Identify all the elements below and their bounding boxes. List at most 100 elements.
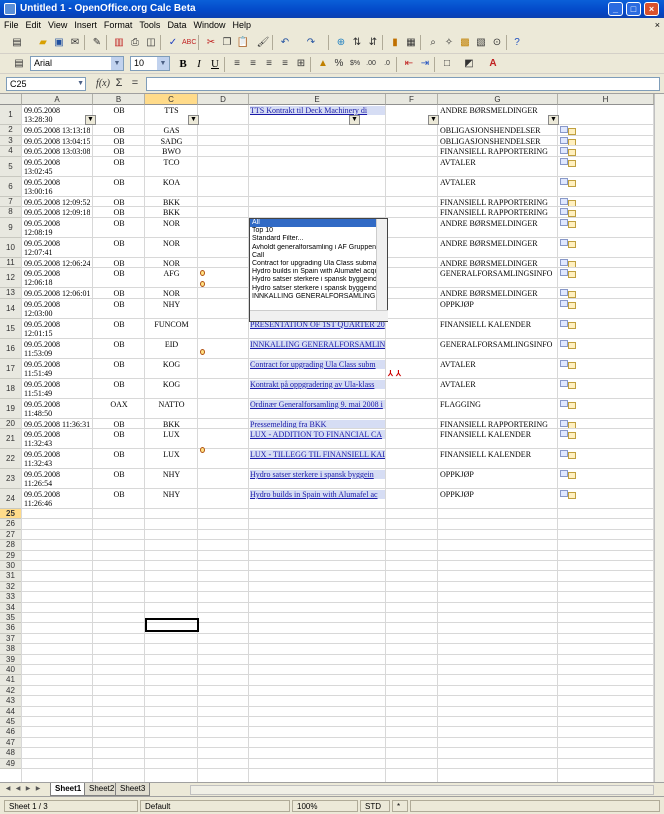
row-header[interactable]: 11 bbox=[0, 257, 22, 268]
dropdown-item[interactable]: INNKALLING GENERALFORSAMLING bbox=[250, 293, 376, 301]
cell-market[interactable]: OB bbox=[93, 450, 145, 459]
chart-icon[interactable]: ▮ bbox=[388, 36, 402, 49]
sort-ascending-icon[interactable]: ⇅ bbox=[350, 36, 364, 49]
find-replace-icon[interactable]: ⌕ bbox=[426, 36, 440, 49]
cell-market[interactable]: OB bbox=[93, 106, 145, 115]
format-paintbrush-icon[interactable]: 🖌 bbox=[256, 36, 270, 49]
cell-title[interactable]: INNKALLING GENERALFORSAMLIN bbox=[250, 339, 385, 349]
cell-category[interactable]: AVTALER bbox=[440, 380, 558, 389]
cell-category[interactable]: OPPKJØP bbox=[440, 470, 558, 479]
cell-market[interactable]: OB bbox=[93, 490, 145, 499]
save-icon[interactable]: ▣ bbox=[52, 36, 66, 49]
cell-market[interactable]: OB bbox=[93, 320, 145, 329]
datasources-icon[interactable]: ▧ bbox=[474, 36, 488, 49]
cell-category[interactable]: FINANSIELL KALENDER bbox=[440, 450, 558, 459]
menu-format[interactable]: Format bbox=[100, 18, 136, 32]
cell-date[interactable]: 09.05.2008 13:00:16 bbox=[24, 178, 90, 196]
cell-ticker[interactable]: KOA bbox=[145, 178, 198, 187]
help-icon[interactable]: ? bbox=[510, 36, 524, 49]
cell-market[interactable]: OB bbox=[93, 158, 145, 167]
row-header[interactable]: 33 bbox=[0, 592, 22, 603]
status-zoom[interactable]: 100% bbox=[292, 800, 358, 812]
paste-icon[interactable]: 📋 bbox=[236, 36, 250, 49]
cell-category[interactable]: OPPKJØP bbox=[440, 490, 558, 499]
row-header[interactable]: 13 bbox=[0, 288, 22, 299]
sort-descending-icon[interactable]: ⇵ bbox=[366, 36, 380, 49]
cell-ticker[interactable]: NHY bbox=[145, 490, 198, 499]
row-header[interactable]: 23 bbox=[0, 469, 22, 489]
dropdown-horizontal-scrollbar[interactable] bbox=[250, 310, 388, 321]
row-header[interactable]: 12 bbox=[0, 268, 22, 288]
bold-button[interactable]: B bbox=[176, 57, 190, 71]
undo-icon[interactable]: ↶ bbox=[278, 36, 292, 49]
row-header[interactable]: 34 bbox=[0, 602, 22, 613]
row-header[interactable]: 16 bbox=[0, 338, 22, 359]
row-header[interactable]: 36 bbox=[0, 623, 22, 634]
cell-market[interactable]: OAX bbox=[93, 400, 145, 409]
cell-ticker[interactable]: LUX bbox=[145, 450, 198, 459]
function-button[interactable]: = bbox=[128, 77, 142, 90]
cell-title[interactable]: TTS Kontrakt til Deck Machinery di bbox=[250, 106, 385, 115]
row-header[interactable]: 24 bbox=[0, 489, 22, 509]
row-header[interactable]: 17 bbox=[0, 358, 22, 379]
menu-data[interactable]: Data bbox=[163, 18, 189, 32]
cell-market[interactable]: OB bbox=[93, 340, 145, 349]
cell-category[interactable]: AVTALER bbox=[440, 158, 558, 167]
cell-category[interactable]: AVTALER bbox=[440, 360, 558, 369]
cell-category[interactable]: GENERALFORSAMLINGSINFO bbox=[440, 269, 558, 278]
vertical-scrollbar[interactable] bbox=[654, 94, 664, 782]
cell-category[interactable]: GENERALFORSAMLINGSINFO bbox=[440, 340, 558, 349]
cell-ticker[interactable]: LUX bbox=[145, 430, 198, 439]
cell-title[interactable]: LUX - ADDITION TO FINANCIAL CA bbox=[250, 430, 385, 439]
cell-category[interactable]: ANDRE BØRSMELDINGER bbox=[440, 219, 558, 228]
dropdown-item[interactable]: Standard Filter... bbox=[250, 235, 376, 243]
row-header[interactable]: 4 bbox=[0, 146, 22, 157]
underline-button[interactable]: U bbox=[208, 57, 222, 71]
navigator-icon[interactable]: ✧ bbox=[442, 36, 456, 49]
email-icon[interactable]: ✉ bbox=[68, 36, 82, 49]
spellcheck-icon[interactable]: ✓ bbox=[166, 36, 180, 49]
align-right-icon[interactable]: ≡ bbox=[262, 57, 276, 70]
row-header[interactable]: 28 bbox=[0, 540, 22, 551]
column-header-a[interactable]: A bbox=[22, 94, 93, 105]
cell-category[interactable]: ANDRE BØRSMELDINGER bbox=[440, 106, 558, 115]
filter-button-g[interactable]: ▼ bbox=[428, 115, 439, 125]
menu-help[interactable]: Help bbox=[228, 18, 254, 32]
cell-market[interactable]: OB bbox=[93, 470, 145, 479]
menu-tools[interactable]: Tools bbox=[135, 18, 163, 32]
print-preview-icon[interactable]: ◫ bbox=[144, 36, 158, 49]
cell-ticker[interactable]: KOG bbox=[145, 380, 198, 389]
row-header[interactable]: 30 bbox=[0, 561, 22, 572]
cell-date[interactable]: 09.05.2008 12:08:19 bbox=[24, 219, 90, 237]
cell-date[interactable]: 09.05.2008 12:07:41 bbox=[24, 239, 90, 257]
row-header[interactable]: 35 bbox=[0, 613, 22, 624]
menu-insert[interactable]: Insert bbox=[70, 18, 100, 32]
row-header[interactable]: 26 bbox=[0, 519, 22, 530]
cell-category[interactable]: OPPKJØP bbox=[440, 300, 558, 309]
cell-date[interactable]: 09.05.2008 11:32:43 bbox=[24, 430, 90, 448]
row-header[interactable]: 37 bbox=[0, 633, 22, 645]
cell-title[interactable]: Hydro builds in Spain with Alumafel ac bbox=[250, 490, 385, 499]
cell-title[interactable] bbox=[250, 158, 385, 167]
minimize-button[interactable]: _ bbox=[608, 2, 623, 16]
row-header[interactable]: 38 bbox=[0, 644, 22, 655]
delete-decimal-icon[interactable]: .0 bbox=[380, 57, 394, 70]
cell-ticker[interactable]: KOG bbox=[145, 360, 198, 369]
new-document-icon[interactable]: ▤ bbox=[10, 36, 24, 49]
cell-category[interactable]: FINANSIELL KALENDER bbox=[440, 320, 558, 329]
cell-ticker[interactable]: NATTO bbox=[145, 400, 198, 409]
tab-sheet3[interactable]: Sheet3 bbox=[115, 783, 151, 796]
cell-date[interactable]: 09.05.2008 11:26:46 bbox=[24, 490, 90, 508]
row-header[interactable]: 9 bbox=[0, 217, 22, 238]
row-header[interactable]: 43 bbox=[0, 696, 22, 707]
cell-ticker[interactable]: NHY bbox=[145, 470, 198, 479]
cell-market[interactable]: OB bbox=[93, 300, 145, 309]
column-header-b[interactable]: B bbox=[93, 94, 145, 105]
cell-ticker[interactable]: EID bbox=[145, 340, 198, 349]
filter-button-h[interactable]: ▼ bbox=[548, 115, 559, 125]
cell-market[interactable]: OB bbox=[93, 269, 145, 278]
cell-market[interactable]: OB bbox=[93, 239, 145, 248]
cell-title[interactable]: Contract for upgrading Ula Class subm bbox=[250, 359, 385, 369]
font-name-combo[interactable]: Arial ▼ bbox=[30, 56, 124, 71]
row-header[interactable]: 25 bbox=[0, 509, 22, 520]
